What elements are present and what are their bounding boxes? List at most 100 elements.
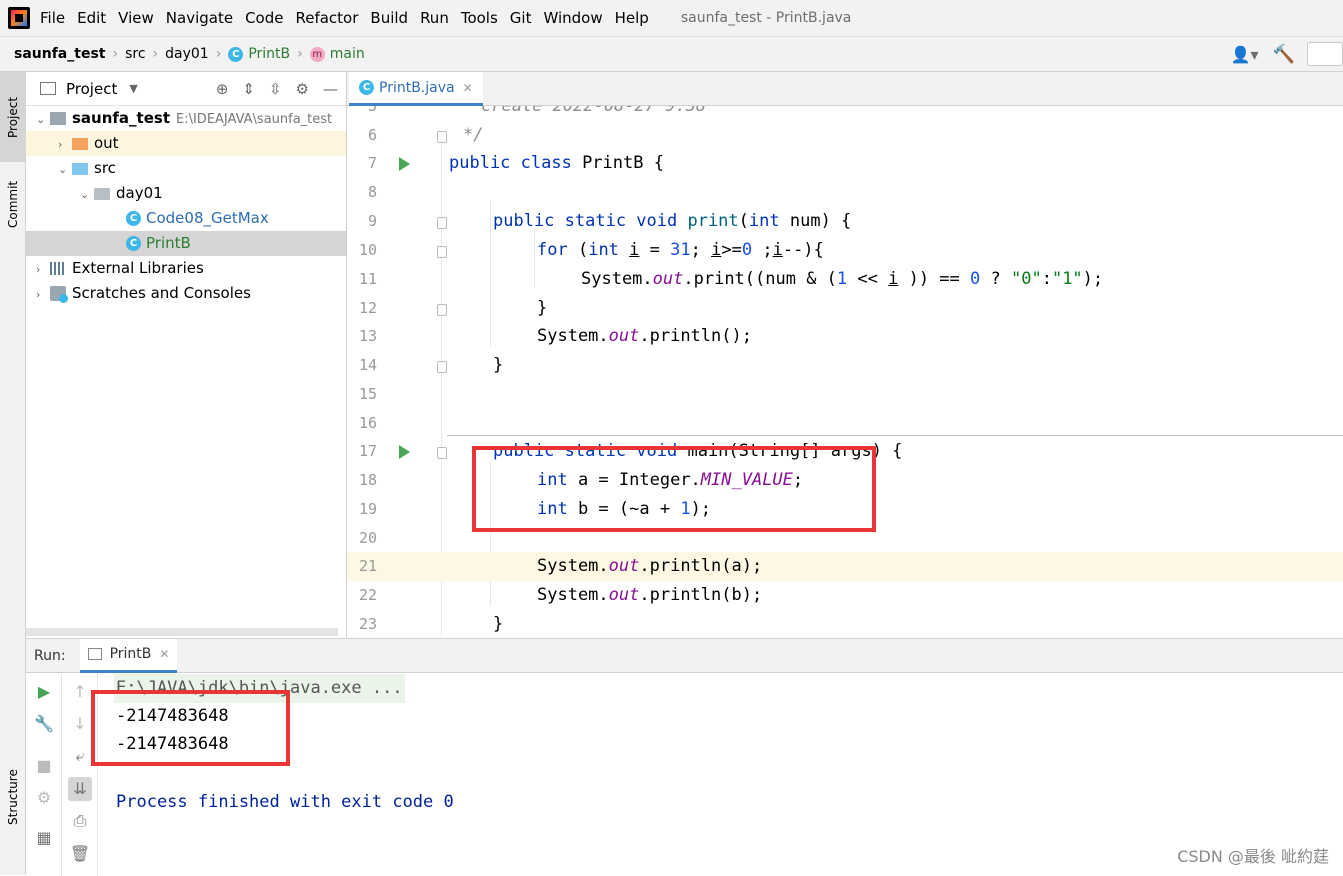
fold-icon[interactable] [437, 131, 447, 143]
editor-tab-bar: C PrintB.java ✕ [347, 72, 1343, 106]
chevron-right-icon: › [297, 46, 303, 62]
layout-icon[interactable]: ▦ [32, 826, 56, 850]
project-view-icon [40, 82, 56, 95]
restore-layout-icon[interactable]: ⚙ [32, 786, 56, 810]
tree-item-label: day01 [116, 184, 163, 202]
code-line: 23} [347, 610, 1343, 638]
code-line: 14} [347, 351, 1343, 380]
project-view-selector[interactable]: Project [66, 80, 117, 98]
expand-all-icon[interactable]: ⇕ [242, 80, 255, 98]
breadcrumb-src[interactable]: src [125, 46, 145, 62]
window-title: saunfa_test - PrintB.java [681, 10, 852, 26]
runnable-class-icon: C [359, 80, 374, 95]
horizontal-scrollbar[interactable] [26, 628, 338, 636]
fold-icon[interactable] [437, 246, 447, 258]
tree-item-label: src [94, 159, 116, 177]
close-icon[interactable]: ✕ [463, 81, 473, 95]
breadcrumb-package[interactable]: day01 [165, 46, 209, 62]
menu-edit[interactable]: Edit [77, 9, 106, 27]
arrow-up-icon[interactable]: ↑ [68, 680, 92, 704]
code-line: 13System.out.println(); [347, 322, 1343, 351]
tree-item-out[interactable]: ›out [26, 131, 346, 156]
class-icon: C [126, 211, 141, 226]
tree-item-label: Code08_GetMax [146, 209, 269, 227]
menu-file[interactable]: File [40, 9, 65, 27]
menu-refactor[interactable]: Refactor [295, 9, 358, 27]
trash-icon[interactable]: 🗑 [68, 842, 92, 866]
run-tab-label: PrintB [110, 646, 152, 662]
menu-build[interactable]: Build [370, 9, 408, 27]
menu-tools[interactable]: Tools [461, 9, 498, 27]
chevron-down-icon[interactable]: ▼ [129, 82, 137, 95]
tree-item-label: External Libraries [72, 259, 204, 277]
menu-bar: File Edit View Navigate Code Refactor Bu… [0, 0, 1343, 36]
tree-item-day01[interactable]: ⌄ day01 [26, 181, 346, 206]
tool-tab-project[interactable]: Project [0, 72, 26, 162]
run-panel-header: Run: PrintB ✕ [26, 639, 1343, 673]
menu-git[interactable]: Git [510, 9, 532, 27]
menu-navigate[interactable]: Navigate [166, 9, 233, 27]
breadcrumb-method[interactable]: main [330, 46, 365, 62]
collapse-all-icon[interactable]: ⇳ [269, 80, 282, 98]
arrow-down-icon[interactable]: ↓ [68, 712, 92, 736]
run-tab-printb[interactable]: PrintB ✕ [80, 639, 178, 673]
class-icon: C [228, 47, 243, 62]
fold-icon[interactable] [437, 217, 447, 229]
hammer-icon[interactable]: 🔨 [1273, 44, 1295, 65]
tree-item-label: Scratches and Consoles [72, 284, 251, 302]
stop-icon[interactable]: ■ [32, 754, 56, 778]
close-icon[interactable]: ✕ [159, 647, 169, 661]
console-output[interactable]: E:\JAVA\jdk\bin\java.exe ... -2147483648… [116, 674, 1336, 876]
chevron-down-icon[interactable]: ⌄ [58, 157, 72, 182]
user-icon[interactable]: 👤▾ [1231, 45, 1259, 64]
nav-toolbar: 👤▾ 🔨 [1231, 37, 1343, 71]
tree-item-external-libraries[interactable]: › External Libraries [26, 256, 346, 281]
tree-item-printb[interactable]: CPrintB [26, 231, 346, 256]
code-line: 12} [347, 294, 1343, 323]
wrench-icon[interactable]: 🔧 [32, 712, 56, 736]
chevron-down-icon[interactable]: ⌄ [36, 107, 50, 132]
run-gutter-icon[interactable] [399, 157, 410, 171]
tree-item-project-root[interactable]: ⌄saunfa_testE:\IDEAJAVA\saunfa_test [26, 106, 346, 131]
runnable-class-icon: C [126, 236, 141, 251]
fold-icon[interactable] [437, 447, 447, 459]
fold-icon[interactable] [437, 361, 447, 373]
soft-wrap-icon[interactable]: ⤶ [68, 744, 92, 768]
breadcrumb-project[interactable]: saunfa_test [14, 46, 105, 62]
fold-icon[interactable] [437, 304, 447, 316]
code-editor[interactable]: 5create 2022-08-27 9:38 6*/ 7public clas… [347, 106, 1343, 638]
menu-help[interactable]: Help [615, 9, 649, 27]
locate-icon[interactable]: ⊕ [216, 80, 229, 98]
run-config-selector[interactable] [1307, 42, 1343, 66]
chevron-right-icon[interactable]: › [36, 257, 50, 282]
tree-item-src[interactable]: ⌄ src [26, 156, 346, 181]
package-icon [94, 188, 110, 200]
code-line: 16 [347, 409, 1343, 438]
print-icon[interactable]: ⎙ [68, 809, 92, 833]
highlight-box-output [91, 690, 290, 766]
hide-icon[interactable]: — [323, 80, 338, 98]
scroll-to-end-icon[interactable]: ⇊ [68, 777, 92, 801]
menu-code[interactable]: Code [245, 9, 283, 27]
breadcrumb-class[interactable]: PrintB [248, 46, 290, 62]
chevron-down-icon[interactable]: ⌄ [80, 182, 94, 207]
code-line-current: 21System.out.println(a); [347, 552, 1343, 581]
highlight-box-code [472, 446, 876, 532]
menu-window[interactable]: Window [543, 9, 602, 27]
code-line: 10for (int i = 31; i>=0 ;i--){ [347, 236, 1343, 265]
tree-item-code08[interactable]: C Code08_GetMax [26, 206, 346, 231]
menu-run[interactable]: Run [420, 9, 449, 27]
chevron-right-icon[interactable]: › [36, 282, 50, 307]
tab-printb-java[interactable]: C PrintB.java ✕ [349, 72, 483, 106]
rerun-icon[interactable]: ▶ [32, 680, 56, 704]
gear-icon[interactable]: ⚙ [296, 80, 309, 98]
left-tool-strip: Project Commit Structure [0, 72, 26, 875]
scratches-icon [50, 286, 66, 301]
chevron-right-icon[interactable]: › [58, 132, 72, 157]
tree-item-scratches[interactable]: › Scratches and Consoles [26, 281, 346, 306]
source-folder-icon [72, 163, 88, 175]
run-gutter-icon[interactable] [399, 445, 410, 459]
menu-view[interactable]: View [118, 9, 154, 27]
tool-tab-structure[interactable]: Structure [0, 752, 26, 842]
tool-tab-commit[interactable]: Commit [0, 164, 26, 244]
